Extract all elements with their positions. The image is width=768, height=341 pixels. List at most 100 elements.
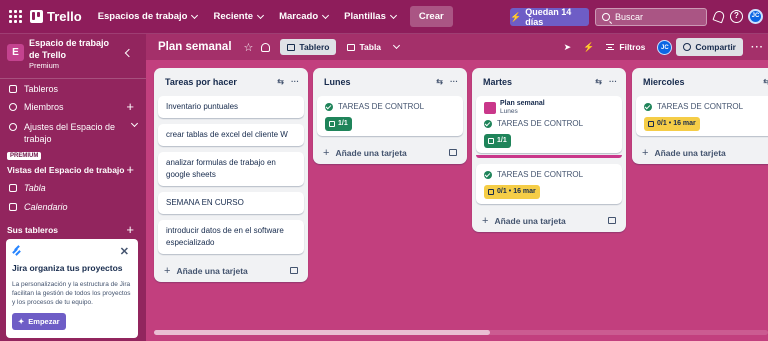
list-title[interactable]: Tareas por hacer <box>165 77 237 87</box>
share-button[interactable]: Compartir <box>676 38 743 56</box>
add-member-icon[interactable]: + <box>126 100 134 113</box>
sidebar-item-members[interactable]: Miembros + <box>0 100 146 113</box>
add-board-icon[interactable]: + <box>126 223 134 236</box>
trello-logo[interactable]: Trello <box>30 9 82 24</box>
board-thumbnail <box>484 102 496 114</box>
board-menu-icon[interactable]: ··· <box>751 42 764 53</box>
sidebar-item-table-view[interactable]: Tabla <box>0 183 146 193</box>
collapse-list-icon[interactable]: ⇆ <box>277 77 284 86</box>
star-icon[interactable]: ☆ <box>244 41 254 54</box>
automation-icon[interactable]: ⚡ <box>583 42 594 53</box>
nav-recent[interactable]: Reciente <box>213 11 265 22</box>
sidebar-item-calendar-view[interactable]: Calendario <box>0 202 146 212</box>
card[interactable]: TAREAS DE CONTROL 1/1 <box>317 96 463 136</box>
table-icon <box>9 184 17 192</box>
complete-check-icon[interactable] <box>644 103 652 111</box>
card[interactable]: crear tablas de excel del cliente W <box>158 124 304 146</box>
nav-workspaces[interactable]: Espacios de trabajo <box>97 11 199 22</box>
nav-workspaces-label: Espacios de trabajo <box>97 11 188 22</box>
list-header[interactable]: Miercoles ⇆ <box>632 68 768 96</box>
checklist-icon <box>488 138 494 144</box>
board-title[interactable]: Plan semanal <box>158 41 232 53</box>
share-icon <box>683 43 692 51</box>
complete-check-icon[interactable] <box>484 120 492 128</box>
sidebar-item-label: Tabla <box>24 183 46 193</box>
add-card-button[interactable]: + Añade una tarjeta <box>313 142 467 164</box>
list-menu-icon[interactable]: ··· <box>609 77 617 86</box>
account-avatar[interactable]: JC <box>748 9 763 24</box>
workspace-logo: E <box>7 44 24 61</box>
app-switcher-icon[interactable] <box>6 8 24 26</box>
collapse-list-icon[interactable]: ⇆ <box>763 77 768 86</box>
card[interactable]: Inventario puntuales <box>158 96 304 118</box>
card[interactable]: TAREAS DE CONTROL 0/1 • 16 mar <box>636 96 768 136</box>
list-header[interactable]: Martes ⇆ ··· <box>472 68 626 96</box>
sidebar-item-boards[interactable]: Tableros <box>0 84 146 94</box>
board-horizontal-scrollbar[interactable] <box>154 330 768 335</box>
search-box[interactable] <box>595 8 707 26</box>
nav-templates[interactable]: Plantillas <box>344 11 397 22</box>
jira-promo-card: ✕ Jira organiza tus proyectos La persona… <box>6 239 138 338</box>
bell-icon[interactable] <box>712 10 725 23</box>
checklist-icon <box>648 121 654 127</box>
trello-logo-icon <box>30 10 43 23</box>
sidebar-item-settings[interactable]: Ajustes del Espacio de trabajo <box>0 119 146 145</box>
create-button[interactable]: Crear <box>409 6 453 27</box>
card[interactable]: SEMANA EN CURSO <box>158 192 304 214</box>
list-title[interactable]: Miercoles <box>643 77 685 87</box>
trial-days-button[interactable]: ⚡ Quedan 14 días <box>510 7 589 27</box>
add-card-label: Añade una tarjeta <box>176 266 248 276</box>
board-header: Plan semanal ☆ Tablero Tabla ➤ ⚡ Filtros… <box>146 34 768 60</box>
list-header[interactable]: Lunes ⇆ ··· <box>313 68 467 96</box>
template-icon[interactable] <box>290 267 298 274</box>
filters-button[interactable]: Filtros <box>606 42 645 52</box>
list-menu-icon[interactable]: ··· <box>291 77 299 86</box>
complete-check-icon[interactable] <box>484 171 492 179</box>
collapse-list-icon[interactable]: ⇆ <box>436 77 443 86</box>
search-input[interactable] <box>615 12 703 22</box>
board-link[interactable]: Plan semanal Lunes <box>484 100 614 118</box>
template-icon[interactable] <box>449 149 457 156</box>
collapse-list-icon[interactable]: ⇆ <box>595 77 602 86</box>
complete-check-icon[interactable] <box>325 103 333 111</box>
add-card-button[interactable]: + Añade una tarjeta <box>632 142 768 164</box>
list-header[interactable]: Tareas por hacer ⇆ ··· <box>154 68 308 96</box>
card-title: TAREAS DE CONTROL <box>497 119 584 128</box>
filter-icon <box>606 44 615 50</box>
nav-starred[interactable]: Marcado <box>279 11 330 22</box>
scrollbar-thumb[interactable] <box>154 330 490 335</box>
plus-icon: + <box>323 147 330 159</box>
list-menu-icon[interactable]: ··· <box>450 77 458 86</box>
card[interactable]: analizar formulas de trabajo en google s… <box>158 152 304 186</box>
jira-logo-icon <box>12 245 22 257</box>
jira-promo-title: Jira organiza tus proyectos <box>12 263 123 273</box>
card[interactable]: TAREAS DE CONTROL 0/1 • 16 mar <box>476 164 622 204</box>
sidebar-item-label: Calendario <box>24 202 68 212</box>
add-card-button[interactable]: + Añade una tarjeta <box>472 210 626 232</box>
jira-start-button[interactable]: ✦ Empezar <box>12 313 66 330</box>
template-icon[interactable] <box>608 217 616 224</box>
card-title: SEMANA EN CURSO <box>166 198 244 207</box>
tab-board[interactable]: Tablero <box>280 39 337 55</box>
card[interactable]: Plan semanal Lunes TAREAS DE CONTROL 1/1 <box>476 96 622 153</box>
card-title: analizar formulas de trabajo en google s… <box>166 158 276 179</box>
search-icon <box>602 13 610 21</box>
chevron-down-icon[interactable] <box>393 41 401 50</box>
chevron-down-icon[interactable] <box>130 119 139 128</box>
list-title[interactable]: Martes <box>483 77 512 87</box>
views-section-title: Vistas del Espacio de trabajo <box>7 165 125 175</box>
card[interactable]: introducir datos de en el software espec… <box>158 220 304 254</box>
rocket-icon[interactable]: ➤ <box>564 42 572 53</box>
board-link-title: Plan semanal <box>500 100 545 107</box>
help-icon[interactable]: ? <box>730 10 743 23</box>
card-title: TAREAS DE CONTROL <box>497 170 584 179</box>
workspace-name: Espacio de trabajo de Trello <box>29 38 110 60</box>
visibility-icon[interactable] <box>261 42 271 52</box>
add-view-icon[interactable]: + <box>126 163 134 176</box>
list-title[interactable]: Lunes <box>324 77 351 87</box>
person-icon <box>9 103 17 111</box>
add-card-button[interactable]: + Añade una tarjeta <box>154 260 308 282</box>
tab-table[interactable]: Tabla <box>340 39 388 55</box>
close-icon[interactable]: ✕ <box>120 245 129 258</box>
member-avatar[interactable]: JC <box>657 39 673 55</box>
